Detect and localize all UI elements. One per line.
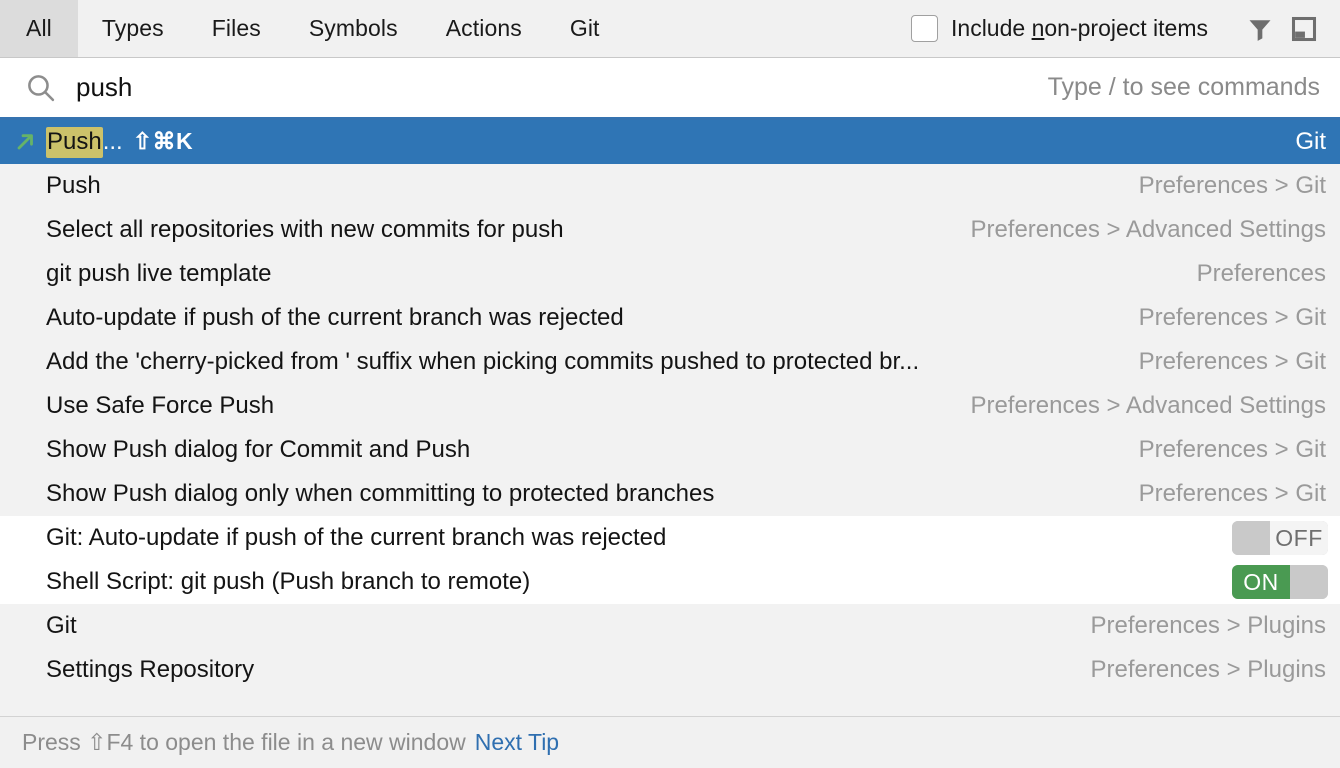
result-row-location: Preferences > Git <box>1138 304 1326 331</box>
result-row-text: Select all repositories with new commits… <box>46 216 564 243</box>
toggle-label: ON <box>1232 565 1290 599</box>
dialog-header: All Types Files Symbols Actions Git Include n… <box>0 0 1340 58</box>
chk-text-after: on-project items <box>1044 15 1208 41</box>
search-everywhere-dialog: All Types Files Symbols Actions Git Include n… <box>0 0 1340 768</box>
tab-label: Actions <box>445 15 522 41</box>
tab-types[interactable]: Types <box>78 0 188 57</box>
result-row-location: Preferences <box>1196 260 1326 287</box>
result-row[interactable]: Push Preferences > Git <box>0 164 1340 208</box>
toggle-knob <box>1232 521 1270 555</box>
result-row-location: Preferences > Git <box>1138 480 1326 507</box>
result-row[interactable]: Shell Script: git push (Push branch to r… <box>0 560 1340 604</box>
search-icon <box>24 71 58 105</box>
result-row-location: Preferences > Git <box>1138 348 1326 375</box>
result-row-text: Push <box>46 172 101 199</box>
tab-label: Types <box>101 15 164 41</box>
include-non-project-items-control[interactable]: Include non-project items <box>911 15 1208 42</box>
result-row-label: Show Push dialog only when committing to… <box>46 480 1121 508</box>
search-input[interactable]: push <box>76 72 1048 103</box>
result-row-text: Auto-update if push of the current branc… <box>46 304 624 331</box>
result-row-label: Auto-update if push of the current branc… <box>46 304 1121 332</box>
result-row-location: Preferences > Git <box>1138 436 1326 463</box>
search-field-row[interactable]: push Type / to see commands <box>0 58 1340 120</box>
result-row[interactable]: Auto-update if push of the current branc… <box>0 296 1340 340</box>
footer-tip-bar: Press ⇧F4 to open the file in a new wind… <box>0 716 1340 768</box>
result-row[interactable]: Show Push dialog for Commit and Push Pref… <box>0 428 1340 472</box>
tab-label: All <box>26 15 52 41</box>
toggle-label: OFF <box>1270 521 1328 555</box>
next-tip-link[interactable]: Next Tip <box>475 729 559 756</box>
tab-bar: All Types Files Symbols Actions Git <box>0 0 624 57</box>
result-row-text: Show Push dialog only when committing to… <box>46 480 715 507</box>
result-row-location: Git <box>1295 128 1326 155</box>
result-row-label: Push <box>46 172 1121 200</box>
chk-text-before: Include <box>951 15 1032 41</box>
result-row[interactable]: git push live template Preferences <box>0 252 1340 296</box>
tab-all[interactable]: All <box>0 0 78 57</box>
result-row[interactable]: Use Safe Force Push Preferences > Advance… <box>0 384 1340 428</box>
result-row-label: git push live template <box>46 260 1179 288</box>
result-row-location: Preferences > Advanced Settings <box>970 392 1326 419</box>
result-row-label: Settings Repository <box>46 656 1073 684</box>
result-row-location: Preferences > Plugins <box>1090 656 1326 683</box>
result-row-label: Push... ⇧⌘K <box>46 126 1277 158</box>
filter-icon[interactable] <box>1238 7 1282 51</box>
tab-files[interactable]: Files <box>188 0 285 57</box>
search-hint: Type / to see commands <box>1047 73 1320 101</box>
keyboard-shortcut: ⇧⌘K <box>132 127 194 154</box>
preview-panel-icon[interactable] <box>1282 7 1326 51</box>
result-row-text: Add the 'cherry-picked from ' suffix whe… <box>46 348 920 375</box>
result-row-location: Preferences > Plugins <box>1090 612 1326 639</box>
result-row-label: Select all repositories with new commits… <box>46 216 952 244</box>
toggle-switch[interactable]: ON <box>1232 565 1328 599</box>
result-row-label: Show Push dialog for Commit and Push <box>46 436 1121 464</box>
tab-label: Symbols <box>308 15 398 41</box>
result-row-text: git push live template <box>46 260 272 287</box>
tab-symbols[interactable]: Symbols <box>285 0 422 57</box>
result-row[interactable]: Git: Auto-update if push of the current … <box>0 516 1340 560</box>
result-row[interactable]: Push... ⇧⌘K Git <box>0 120 1340 164</box>
result-row-label: Add the 'cherry-picked from ' suffix whe… <box>46 348 1121 376</box>
header-controls: Include non-project items <box>911 0 1340 57</box>
result-row[interactable]: Add the 'cherry-picked from ' suffix whe… <box>0 340 1340 384</box>
toggle-switch[interactable]: OFF <box>1232 521 1328 555</box>
result-row[interactable]: Settings Repository Preferences > Plugins <box>0 648 1340 692</box>
results-list[interactable]: Push... ⇧⌘K Git Push Preferences > Git Select… <box>0 120 1340 716</box>
chk-mnemonic: n <box>1031 15 1045 41</box>
result-row[interactable]: Git Preferences > Plugins <box>0 604 1340 648</box>
tab-actions[interactable]: Actions <box>422 0 546 57</box>
include-non-project-items-checkbox[interactable] <box>911 15 939 42</box>
result-row-text: Show Push dialog for Commit and Push <box>46 436 471 463</box>
include-non-project-items-label: Include non-project items <box>951 15 1208 42</box>
footer-tip-text: Press ⇧F4 to open the file in a new wind… <box>22 729 466 755</box>
git-push-arrow-icon <box>12 129 38 155</box>
result-row-label: Use Safe Force Push <box>46 392 952 420</box>
result-row-text: Git: Auto-update if push of the current … <box>46 524 667 551</box>
result-row-text: Git <box>46 612 77 639</box>
result-row-label-suffix: ... <box>102 127 123 155</box>
tab-label: Git <box>569 15 600 41</box>
tab-label: Files <box>211 15 261 41</box>
result-row[interactable]: Show Push dialog only when committing to… <box>0 472 1340 516</box>
tab-git[interactable]: Git <box>546 0 624 57</box>
match-highlight: Push <box>46 126 103 158</box>
result-row-text: Use Safe Force Push <box>46 392 275 419</box>
result-row-location: Preferences > Advanced Settings <box>970 216 1326 243</box>
result-row-text: Shell Script: git push (Push branch to r… <box>46 568 531 595</box>
result-row-text: Settings Repository <box>46 656 255 683</box>
result-row-label: Shell Script: git push (Push branch to r… <box>46 568 1214 596</box>
result-row[interactable]: Select all repositories with new commits… <box>0 208 1340 252</box>
toggle-knob <box>1290 565 1328 599</box>
result-row-location: Preferences > Git <box>1138 172 1326 199</box>
result-row-label: Git <box>46 612 1073 640</box>
result-row-label: Git: Auto-update if push of the current … <box>46 524 1214 552</box>
